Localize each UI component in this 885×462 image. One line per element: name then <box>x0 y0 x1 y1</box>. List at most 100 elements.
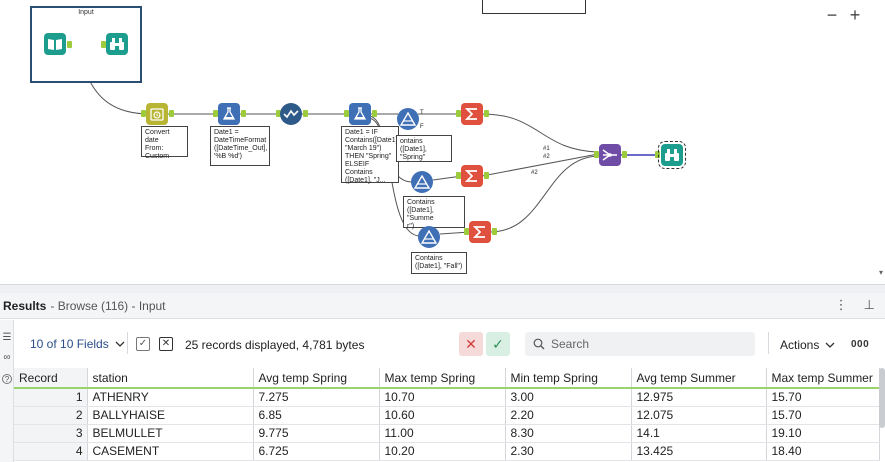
table-cell[interactable]: 10.60 <box>379 406 506 425</box>
output-anchor[interactable] <box>484 172 489 179</box>
summarize-tool-summer[interactable] <box>461 165 483 187</box>
record-number-cell[interactable]: 4 <box>14 442 88 461</box>
filter-tool-summer[interactable] <box>411 171 433 193</box>
table-cell[interactable]: 3.00 <box>505 388 632 407</box>
chevron-down-icon <box>825 342 835 348</box>
column-header[interactable]: Record <box>14 368 88 389</box>
binoculars-icon[interactable]: ∞ <box>1 352 13 364</box>
browse-tool-selected[interactable] <box>658 141 686 169</box>
union-tool[interactable] <box>599 144 621 166</box>
table-row[interactable]: 2 BALLYHAISE 6.85 10.60 2.20 12.075 15.70 <box>14 406 880 425</box>
summarize-tool-spring[interactable] <box>461 103 483 125</box>
table-cell[interactable]: BALLYHAISE <box>87 406 254 425</box>
search-input[interactable] <box>551 337 741 351</box>
records-summary: 25 records displayed, 4,781 bytes <box>185 338 365 352</box>
table-cell[interactable]: ATHENRY <box>87 388 254 407</box>
column-header[interactable]: station <box>87 368 254 389</box>
table-cell[interactable]: 6.85 <box>253 406 380 425</box>
book-icon <box>48 39 62 50</box>
record-number-cell[interactable]: 1 <box>14 388 88 407</box>
table-cell[interactable]: 13.425 <box>631 442 767 461</box>
table-row[interactable]: 1 ATHENRY 7.275 10.70 3.00 12.975 15.70 <box>14 388 880 407</box>
column-header[interactable]: Avg temp Spring <box>253 368 380 389</box>
output-anchor[interactable] <box>484 110 489 117</box>
output-anchor[interactable] <box>622 151 627 158</box>
table-cell[interactable]: 14.1 <box>631 424 767 443</box>
results-side-strip: ☰ ∞ ? <box>0 320 14 462</box>
filter-tool-fall[interactable] <box>418 226 440 248</box>
table-cell[interactable]: 12.075 <box>631 406 767 425</box>
table-cell[interactable]: 2.30 <box>505 442 632 461</box>
table-cell[interactable]: 8.30 <box>505 424 632 443</box>
formula-tool-2[interactable] <box>349 103 371 125</box>
output-anchor[interactable] <box>169 110 174 117</box>
actions-dropdown[interactable]: Actions <box>780 338 835 352</box>
checkbox-edit-icon[interactable]: ✓ <box>136 337 150 351</box>
binoculars-icon <box>665 149 679 161</box>
search-box[interactable] <box>525 332 755 356</box>
filter-tool-spring[interactable] <box>397 108 419 130</box>
flask-icon <box>353 107 367 120</box>
flask-icon <box>222 107 236 120</box>
column-header[interactable]: Avg temp Summer <box>631 368 767 389</box>
input-anchor[interactable] <box>655 151 660 158</box>
zoom-out-button[interactable]: − <box>822 6 842 26</box>
canvas-annotation-box[interactable] <box>482 0 586 14</box>
fields-label: 10 of 10 Fields <box>30 337 109 351</box>
record-number-cell[interactable]: 3 <box>14 424 88 443</box>
deselect-icon[interactable]: ✕ <box>159 337 173 351</box>
panel-splitter[interactable] <box>0 284 885 293</box>
workflow-canvas[interactable]: Input − + Convert date From: Custom Date… <box>0 0 885 284</box>
cancel-button[interactable]: ✕ <box>459 332 483 356</box>
container-title: Input <box>78 9 94 16</box>
table-cell[interactable]: 15.70 <box>766 388 880 407</box>
formula-tool-1[interactable] <box>218 103 240 125</box>
browse-tool[interactable] <box>106 33 128 55</box>
table-cell[interactable]: 19.10 <box>766 424 880 443</box>
fields-dropdown[interactable]: 10 of 10 Fields <box>30 337 125 351</box>
more-actions-button[interactable]: 000 <box>851 339 869 350</box>
table-cell[interactable]: 7.275 <box>253 388 380 407</box>
zoom-in-button[interactable]: + <box>845 6 865 26</box>
table-cell[interactable]: 10.20 <box>379 442 506 461</box>
datetime-tool[interactable] <box>146 103 168 125</box>
summarize-tool-fall[interactable] <box>469 221 491 243</box>
canvas-scroll-down-icon[interactable]: ▾ <box>879 268 883 277</box>
column-header[interactable]: Max temp Spring <box>379 368 506 389</box>
table-cell[interactable]: CASEMENT <box>87 442 254 461</box>
table-row[interactable]: 4 CASEMENT 6.725 10.20 2.30 13.425 18.40 <box>14 442 880 461</box>
sigma-icon <box>465 108 477 120</box>
output-anchor[interactable] <box>372 110 377 117</box>
table-cell[interactable]: 18.40 <box>766 442 880 461</box>
apply-button[interactable]: ✓ <box>486 332 510 356</box>
formula-annotation: Date1 = DateTimeFormat ([DateTime_Out], … <box>210 126 270 166</box>
table-cell[interactable]: 15.70 <box>766 406 880 425</box>
results-grid: Record station Avg temp Spring Max temp Spr… <box>14 368 885 462</box>
results-subtitle: - Browse (116) - Input <box>50 298 166 313</box>
table-cell[interactable]: 11.00 <box>379 424 506 443</box>
output-anchor[interactable] <box>492 228 497 235</box>
help-icon[interactable]: ? <box>2 374 12 384</box>
pin-icon[interactable]: ⊥ <box>864 297 875 313</box>
record-number-cell[interactable]: 2 <box>14 406 88 425</box>
output-anchor[interactable] <box>67 41 72 48</box>
more-options-icon[interactable]: ⋮ <box>835 297 848 313</box>
union-input-label-2b: #2 <box>531 170 538 176</box>
table-cell[interactable]: BELMULLET <box>87 424 254 443</box>
table-cell[interactable]: 12.975 <box>631 388 767 407</box>
output-anchor[interactable] <box>303 110 308 117</box>
column-header[interactable]: Max temp Summer <box>766 368 880 389</box>
select-tool[interactable] <box>280 103 302 125</box>
grid-scrollbar[interactable] <box>879 368 885 428</box>
table-cell[interactable]: 6.725 <box>253 442 380 461</box>
table-cell[interactable]: 9.775 <box>253 424 380 443</box>
table-cell[interactable]: 10.70 <box>379 388 506 407</box>
list-icon[interactable]: ☰ <box>1 332 13 344</box>
table-row[interactable]: 3 BELMULLET 9.775 11.00 8.30 14.1 19.10 <box>14 424 880 443</box>
union-input-label-2: #2 <box>543 154 550 160</box>
column-header[interactable]: Min temp Spring <box>505 368 632 389</box>
input-data-tool[interactable] <box>44 33 66 55</box>
table-cell[interactable]: 2.20 <box>505 406 632 425</box>
output-anchor[interactable] <box>241 110 246 117</box>
results-table: Record station Avg temp Spring Max temp Spr… <box>14 368 880 461</box>
